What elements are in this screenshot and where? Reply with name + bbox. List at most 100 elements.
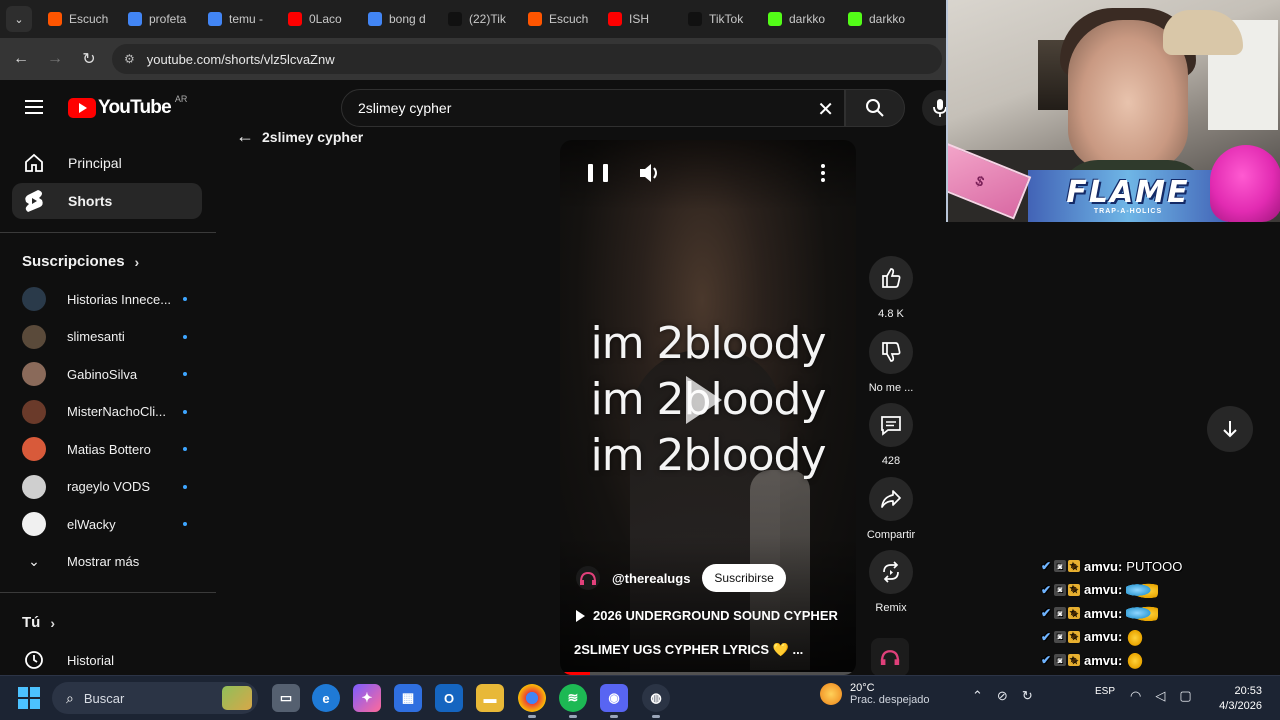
subscription-item[interactable]: GabinoSilva <box>22 359 192 389</box>
search-button[interactable] <box>845 89 905 127</box>
dislike-button[interactable] <box>869 330 913 374</box>
browser-tab[interactable]: 0Laco <box>282 5 362 33</box>
clear-search-icon[interactable]: ✕ <box>817 97 834 122</box>
subscriber-badge-icon: ★ <box>1068 654 1080 666</box>
screen: ⌄ Escuch profeta temu -0Laco bong d (22)Tik E… <box>0 0 1280 720</box>
next-short-button[interactable] <box>1207 406 1253 452</box>
sound-link[interactable]: 2026 UNDERGROUND SOUND CYPHER <box>576 608 838 623</box>
subscription-item[interactable]: slimesanti <box>22 322 192 352</box>
subscription-item[interactable]: Matias Bottero <box>22 434 192 464</box>
volume-icon[interactable] <box>638 162 662 184</box>
site-info-icon[interactable]: ⚙ <box>124 52 135 66</box>
browser-tab[interactable]: darkko <box>842 5 922 33</box>
task-view-icon[interactable]: ▭ <box>272 684 300 712</box>
sidebar-item-historial[interactable]: Historial <box>22 645 192 675</box>
youtube-logo[interactable]: YouTube AR <box>68 94 188 119</box>
outlook-icon[interactable]: O <box>435 684 463 712</box>
subscription-item[interactable]: rageylo VODS <box>22 472 192 502</box>
search-icon <box>866 99 884 117</box>
network-off-icon[interactable]: ⊘ <box>997 688 1008 704</box>
notification-icon[interactable]: ▢ <box>1179 688 1191 704</box>
back-icon[interactable]: ← <box>4 42 38 76</box>
comments-button[interactable] <box>869 403 913 447</box>
channel-name[interactable]: @therealugs <box>612 571 690 586</box>
short-video-player[interactable]: im 2bloody im 2bloody im 2bloody @therea… <box>560 140 856 675</box>
remix-button[interactable] <box>869 550 913 594</box>
region-code: AR <box>174 94 188 104</box>
show-more-button[interactable]: ⌄ Mostrar más <box>22 546 192 576</box>
chrome-icon[interactable] <box>518 684 546 718</box>
clock[interactable]: 20:53 4/3/2026 <box>1206 684 1262 714</box>
more-options-icon[interactable] <box>816 162 830 184</box>
channel-name: elWacky <box>67 516 116 532</box>
windows-start-icon[interactable] <box>18 687 40 709</box>
spotify-icon[interactable]: ≋ <box>559 684 587 718</box>
channel-avatar <box>22 287 46 311</box>
wifi-icon[interactable]: ◠ <box>1130 688 1141 704</box>
sidebar-item-principal[interactable]: Principal <box>12 145 202 181</box>
divider <box>0 232 216 233</box>
pink-buddha-sticker <box>1210 145 1280 222</box>
browser-tab[interactable]: darkko <box>762 5 842 33</box>
subscription-item[interactable]: elWacky <box>22 509 192 539</box>
store-icon[interactable]: ▦ <box>394 684 422 712</box>
copilot-icon[interactable]: ✦ <box>353 684 381 712</box>
channel-name: rageylo VODS <box>67 479 151 494</box>
obs-icon[interactable]: ◍ <box>642 684 670 718</box>
search-input[interactable]: 2slimey cypher ✕ <box>341 89 845 127</box>
browser-tab[interactable]: (22)Tik <box>442 5 522 33</box>
forward-icon[interactable]: → <box>38 42 72 76</box>
you-heading[interactable]: Tú › <box>22 614 55 631</box>
weather-widget[interactable]: 20°C Prac. despejado <box>820 682 930 706</box>
arrow-left-icon: ← <box>236 126 254 146</box>
soundcloud-icon <box>48 12 62 26</box>
tab-title: bong d <box>389 12 426 26</box>
file-explorer-icon[interactable]: ▬ <box>476 684 504 712</box>
subscription-item[interactable]: Historias Innece... <box>22 284 192 314</box>
language-indicator[interactable]: ESP <box>1095 686 1115 697</box>
streamer-cap <box>1163 10 1243 55</box>
chat-message: ✔ ◙ ★ amvu: PUTOOO <box>1040 556 1182 576</box>
sidebar-item-shorts[interactable]: Shorts <box>12 183 202 219</box>
sync-icon[interactable]: ↻ <box>1022 688 1033 704</box>
tab-title: darkko <box>869 12 906 26</box>
soundcloud-icon <box>528 12 542 26</box>
subscriptions-heading[interactable]: Suscripciones › <box>22 253 139 270</box>
heading-text: Tú <box>22 614 41 631</box>
reload-icon[interactable]: ↻ <box>72 42 106 76</box>
like-button[interactable] <box>869 256 913 300</box>
discord-icon[interactable]: ◉ <box>600 684 628 718</box>
browser-tab[interactable]: profeta <box>122 5 202 33</box>
edge-icon[interactable]: e <box>312 684 340 712</box>
browser-tab[interactable]: temu - <box>202 5 282 33</box>
verified-icon: ✔ <box>1040 559 1052 573</box>
subscription-item[interactable]: MisterNachoCli... <box>22 397 192 427</box>
back-to-search[interactable]: ← 2slimey cypher <box>236 126 363 147</box>
tab-list: Escuch profeta temu - 0Laco bong d (22)Tik Esc… <box>42 5 922 33</box>
channel-avatar[interactable] <box>576 566 600 590</box>
tab-title: TikTok <box>709 12 744 26</box>
browser-tab[interactable]: ISH <box>602 5 682 33</box>
taskbar: ⌕ Buscar ▭ e ✦ ▦ O ▬ ≋ ◉ ◍ 20°C Prac. de… <box>0 675 1280 720</box>
speaker-icon[interactable]: ◁ <box>1155 688 1165 704</box>
show-more-label: Mostrar más <box>67 553 140 569</box>
share-button[interactable] <box>869 477 913 521</box>
chat-message: ✔◙★ amvu: <box>1040 650 1145 670</box>
address-bar[interactable]: ⚙ youtube.com/shorts/vlz5lcvaZnw <box>112 44 942 74</box>
tab-search-button[interactable]: ⌄ <box>6 6 32 32</box>
taskbar-search[interactable]: ⌕ Buscar <box>52 682 258 714</box>
browser-tab[interactable]: Escuch <box>42 5 122 33</box>
sound-thumbnail[interactable] <box>871 638 909 676</box>
browser-tab[interactable]: TikTok <box>682 5 762 33</box>
browser-tab[interactable]: Escuch <box>522 5 602 33</box>
play-overlay-icon[interactable] <box>686 376 722 424</box>
google-icon <box>208 12 222 26</box>
browser-tab[interactable]: bong d <box>362 5 442 33</box>
channel-avatar <box>22 474 46 499</box>
subscribe-button[interactable]: Suscribirse <box>702 564 786 592</box>
video-caption[interactable]: 2SLIMEY UGS CYPHER LYRICS 💛 ... <box>574 642 803 658</box>
guide-menu-icon[interactable] <box>22 96 46 120</box>
chevron-up-icon[interactable]: ⌃ <box>972 688 983 704</box>
tab-title: darkko <box>789 12 826 26</box>
pause-icon[interactable] <box>588 164 608 182</box>
